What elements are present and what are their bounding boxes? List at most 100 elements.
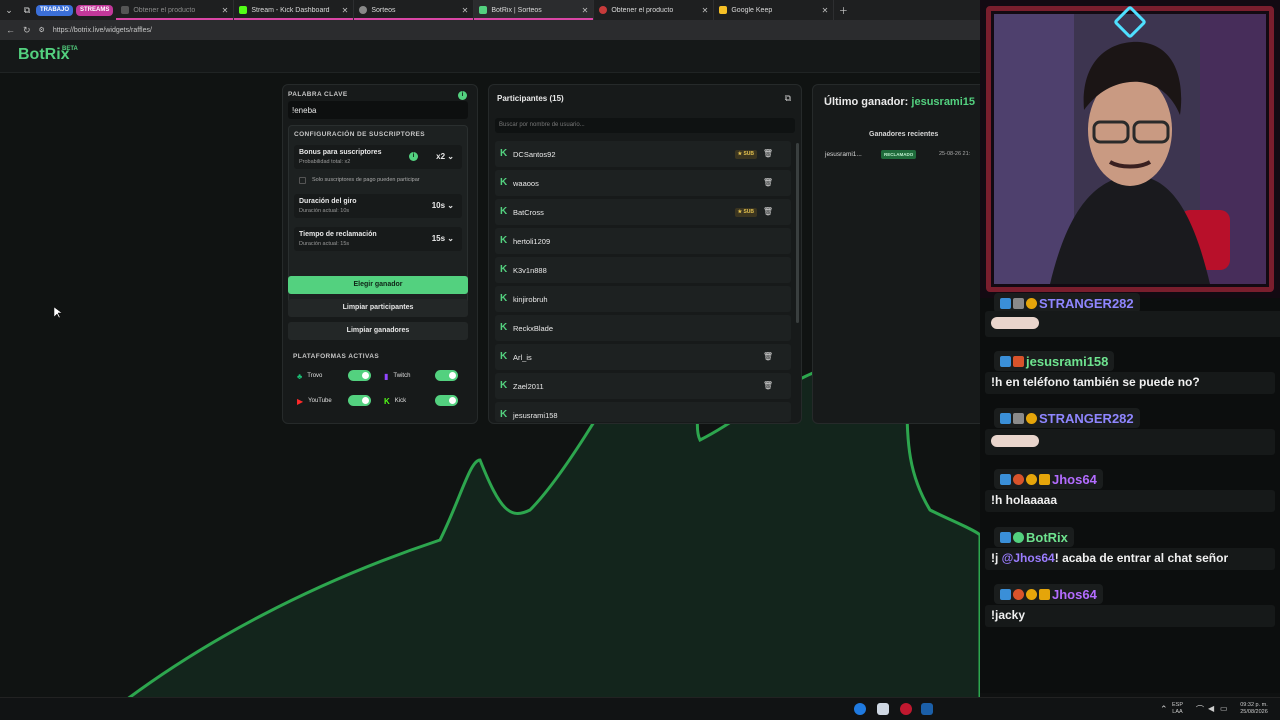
url-field[interactable]: https://botrix.live/widgets/raffles/ <box>53 27 152 34</box>
kick-icon: K <box>500 380 508 391</box>
sub-badge-icon <box>1000 412 1011 424</box>
trash-icon[interactable]: 🗑 <box>763 149 773 158</box>
language-indicator[interactable]: ESP LAA <box>1172 702 1183 716</box>
sub-badge-icon <box>1000 531 1011 543</box>
trovo-toggle[interactable] <box>348 370 371 381</box>
participant-row[interactable]: K Arl_is 🗑 <box>495 344 791 370</box>
webcam-overlay <box>980 0 1280 298</box>
paid-only-checkbox[interactable] <box>299 177 306 184</box>
paid-only-row: Solo suscriptores de pago pueden partici… <box>294 173 462 188</box>
tab-group-streams[interactable]: STREAMS <box>76 4 114 16</box>
browser-tab-bar: ⌄ ⧉ TRABAJO STREAMS Obtener el producto … <box>0 0 980 20</box>
clear-winners-button[interactable]: Limpiar ganadores <box>288 322 468 340</box>
participant-row[interactable]: K Zael2011 🗑 <box>495 373 791 399</box>
crown-badge-icon <box>1039 473 1050 485</box>
tab-kick-dashboard[interactable]: Stream - Kick Dashboard ✕ <box>234 0 355 20</box>
wifi-icon[interactable]: ⌒ <box>1196 704 1204 715</box>
close-icon[interactable]: ✕ <box>222 6 229 15</box>
platforms-label: PLATAFORMAS ACTIVAS <box>293 353 380 360</box>
gift-badge-icon <box>1013 355 1024 367</box>
copy-icon[interactable]: ⧉ <box>785 93 791 104</box>
coin-badge-icon <box>1026 412 1037 424</box>
clock[interactable]: 09:32 p. m. 25/08/2026 <box>1236 702 1272 716</box>
tab-botrix-sorteos[interactable]: BotRix | Sorteos ✕ <box>474 0 595 20</box>
spin-duration-select[interactable]: 10s ⌄ <box>432 201 454 210</box>
info-icon[interactable]: i <box>409 152 418 161</box>
chevron-up-icon[interactable]: ⌃ <box>1160 704 1168 715</box>
clear-participants-button[interactable]: Limpiar participantes <box>288 299 468 317</box>
participant-row[interactable]: K DCSantos92 ★ SUB 🗑 <box>495 141 791 167</box>
chat-username: BotRix <box>994 527 1074 547</box>
tab-actions-icon[interactable]: ⧉ <box>18 0 36 20</box>
battery-icon[interactable]: ▭ <box>1220 704 1228 713</box>
trash-icon[interactable]: 🗑 <box>763 178 773 187</box>
coin-badge-icon <box>1026 473 1037 485</box>
participant-row[interactable]: K BatCross ★ SUB 🗑 <box>495 199 791 225</box>
participant-row[interactable]: K waaoos 🗑 <box>495 170 791 196</box>
webcam-frame <box>986 6 1274 292</box>
mouse-cursor-icon <box>54 307 62 319</box>
trash-icon[interactable]: 🗑 <box>763 381 773 390</box>
close-icon[interactable]: ✕ <box>342 6 349 15</box>
subscriber-config-label: CONFIGURACIÓN DE SUSCRIPTORES <box>294 131 426 138</box>
close-icon[interactable]: ✕ <box>702 6 709 15</box>
taskbar: ⌃ ESP LAA ⌒ ◀ ▭ 09:32 p. m. 25/08/2026 <box>0 697 1280 720</box>
trash-icon[interactable]: 🗑 <box>763 207 773 216</box>
verified-badge-icon <box>1013 531 1024 543</box>
chat-username: Jhos64 <box>994 584 1103 604</box>
steam-icon[interactable] <box>921 703 933 715</box>
close-icon[interactable]: ✕ <box>582 6 589 15</box>
kick-icon: K <box>500 351 508 362</box>
participant-row[interactable]: K kinjirobruh <box>495 286 791 312</box>
close-icon[interactable]: ✕ <box>822 6 829 15</box>
participant-search-input[interactable]: Buscar por nombre de usuario... <box>495 118 795 133</box>
kick-icon: K <box>500 148 508 159</box>
coin-badge-icon <box>1026 588 1037 600</box>
sub-badge-icon <box>1000 355 1011 367</box>
tab-obtener-producto-1[interactable]: Obtener el producto ✕ <box>116 0 235 20</box>
kick-icon: K <box>500 322 508 333</box>
kick-icon: K <box>500 177 508 188</box>
choose-winner-button[interactable]: Elegir ganador <box>288 276 468 294</box>
sub-badge-icon <box>1000 473 1011 485</box>
info-icon[interactable]: i <box>458 91 467 100</box>
volume-icon[interactable]: ◀ <box>1208 704 1214 713</box>
tab-group-trabajo[interactable]: TRABAJO <box>36 4 74 16</box>
edge-icon[interactable] <box>854 703 866 715</box>
participant-row[interactable]: K K3v1n888 <box>495 257 791 283</box>
new-tab-icon[interactable]: ＋ <box>834 0 852 20</box>
product-icon <box>599 6 608 14</box>
youtube-toggle[interactable] <box>348 395 371 406</box>
scrollbar[interactable] <box>796 143 799 323</box>
bonus-select[interactable]: x2 ⌄ <box>436 152 454 161</box>
participant-row[interactable]: K jesusrami158 <box>495 402 791 422</box>
kick-icon <box>239 6 248 14</box>
platform-twitch: ▮ Twitch <box>384 371 411 381</box>
tab-google-keep[interactable]: Google Keep ✕ <box>714 0 835 20</box>
last-winner-title: Último ganador: jesusrami15 <box>824 96 976 108</box>
botrix-icon <box>479 6 488 14</box>
tab-menu-icon[interactable]: ⌄ <box>0 0 18 20</box>
twitch-toggle[interactable] <box>435 370 458 381</box>
tab-sorteos[interactable]: Sorteos ✕ <box>354 0 475 20</box>
record-badge-icon <box>1013 588 1024 600</box>
chat-username: STRANGER282 <box>994 293 1140 313</box>
site-info-icon[interactable]: ⚙ <box>39 26 45 34</box>
kick-icon: K <box>500 206 508 217</box>
notepad-icon[interactable] <box>877 703 889 715</box>
kick-toggle[interactable] <box>435 395 458 406</box>
chat-message: !h en teléfono también se puede no? <box>985 372 1275 394</box>
trash-icon[interactable]: 🗑 <box>763 352 773 361</box>
claim-time-select[interactable]: 15s ⌄ <box>432 234 454 243</box>
back-icon[interactable]: ← <box>6 25 15 35</box>
obs-icon[interactable] <box>900 703 912 715</box>
close-icon[interactable]: ✕ <box>462 6 469 15</box>
participant-row[interactable]: K hertoli1209 <box>495 228 791 254</box>
coin-badge-icon <box>1026 297 1037 309</box>
tab-obtener-producto-2[interactable]: Obtener el producto ✕ <box>594 0 715 20</box>
participants-panel: Participantes (15) ⧉ Buscar por nombre d… <box>488 84 802 424</box>
keyword-input[interactable]: !eneba <box>288 101 468 119</box>
reload-icon[interactable]: ↻ <box>23 25 31 36</box>
participant-row[interactable]: K ReckxBlade <box>495 315 791 341</box>
crown-badge-icon <box>1039 588 1050 600</box>
